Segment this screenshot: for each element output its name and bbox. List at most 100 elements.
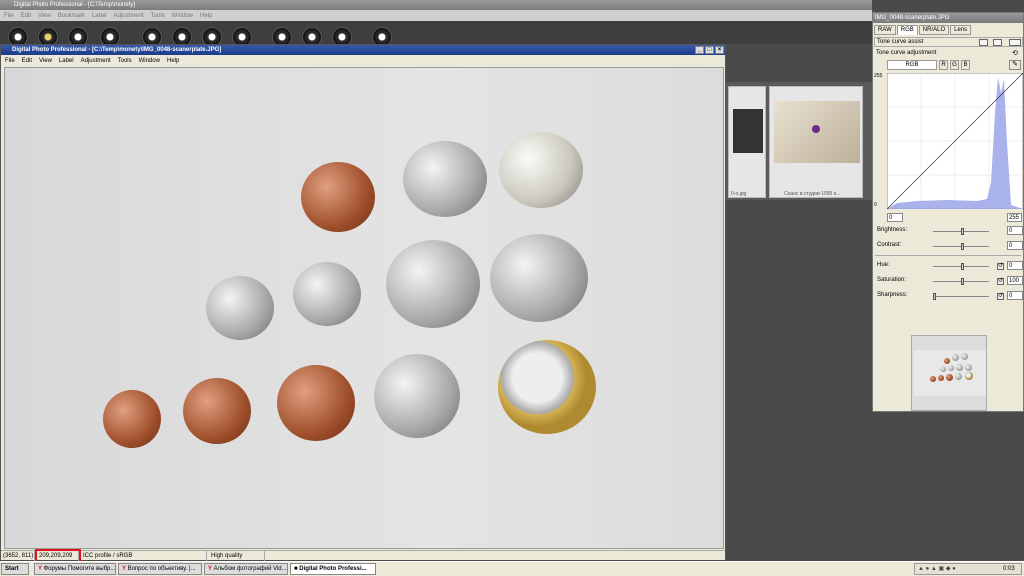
coin-copper-large-bottom <box>277 365 355 441</box>
thumbnail-card-2[interactable]: Сеанс в студии-1095 к... <box>769 86 863 198</box>
hue-slider[interactable] <box>933 263 989 270</box>
tone-curve-assist-row: Tone curve assist <box>874 37 1023 47</box>
assist-button-1[interactable] <box>979 39 988 46</box>
main-menu-file[interactable]: File <box>4 13 14 19</box>
main-menu-window[interactable]: Window <box>172 13 193 19</box>
start-button[interactable]: Start <box>1 563 29 575</box>
coin-bimetallic <box>498 340 596 434</box>
palette-divider <box>875 255 1021 256</box>
status-quality: High quality <box>209 551 265 561</box>
sharpness-slider[interactable] <box>933 293 989 300</box>
contrast-label: Contrast: <box>877 242 902 248</box>
image-menu-tools[interactable]: Tools <box>118 58 132 64</box>
channel-b[interactable]: B <box>961 60 970 70</box>
thumbnail-area: 0-o.jpg Сеанс в студии-1095 к... <box>726 68 872 548</box>
taskbar-item-2[interactable]: Y Вопрос по объективу. |... <box>118 563 202 575</box>
coin-copper-large-top <box>301 162 375 232</box>
main-menu-view[interactable]: View <box>38 13 51 19</box>
coin-quarter-right <box>490 234 588 322</box>
eyedropper-icon[interactable]: ✎ <box>1009 60 1021 70</box>
taskbar-item-4[interactable]: ■ Digital Photo Professi... <box>290 563 376 575</box>
main-menu-tools[interactable]: Tools <box>151 13 165 19</box>
brightness-slider[interactable] <box>933 228 989 235</box>
palette-title: IMG_0048-scanerplate.JPG <box>875 15 950 21</box>
image-window-title-bar: Digital Photo Professional - [C:\Temp\mo… <box>1 45 725 55</box>
tone-curve-assist-label: Tone curve assist <box>877 39 924 45</box>
curve-axis-min: 0 <box>874 202 877 208</box>
palette-tabs: RAW RGB NR/ALO Lens <box>873 25 1023 35</box>
hue-field[interactable]: 0 <box>1007 261 1023 270</box>
coin-copper-medium <box>183 378 251 444</box>
hue-reset-icon[interactable]: ↺ <box>997 263 1004 270</box>
tab-nr-alo[interactable]: NR/ALO <box>918 25 950 35</box>
image-menu-help[interactable]: Help <box>167 58 179 64</box>
thumbnail-caption-2: Сеанс в студии-1095 к... <box>784 191 841 197</box>
main-toolbar <box>0 21 872 47</box>
coin-silver-top-middle <box>403 141 487 217</box>
input-min-field[interactable]: 0 <box>887 213 903 222</box>
image-window-menu: File Edit View Label Adjustment Tools Wi… <box>1 55 725 66</box>
navigator-image <box>914 350 986 396</box>
main-menu-bar: File Edit View Bookmark Label Adjustment… <box>0 10 872 21</box>
saturation-reset-icon[interactable]: ↺ <box>997 278 1004 285</box>
thumbnail-caption-1: 0-o.jpg <box>731 191 747 197</box>
main-menu-help[interactable]: Help <box>200 13 212 19</box>
hue-label: Hue: <box>877 262 890 268</box>
image-menu-adjustment[interactable]: Adjustment <box>81 58 111 64</box>
brightness-field[interactable]: 0 <box>1007 226 1023 235</box>
status-bar: (3652, 811) 209,209,209 ICC profile / sR… <box>1 549 725 563</box>
sharpness-label: Sharpness: <box>877 292 908 298</box>
channel-g[interactable]: G <box>950 60 959 70</box>
saturation-field[interactable]: 100 <box>1007 276 1023 285</box>
taskbar-item-1[interactable]: Y Форумы Помогите выбр... <box>34 563 116 575</box>
tool-palette: IMG_0048-scanerplate.JPG RAW RGB NR/ALO … <box>872 12 1024 412</box>
tray-icons[interactable]: ▲ ● ▲ ▣ ◆ ● <box>918 565 956 572</box>
input-max-field[interactable]: 255 <box>1007 213 1022 222</box>
photo-canvas[interactable] <box>4 67 724 549</box>
saturation-label: Saturation: <box>877 277 907 283</box>
main-menu-adjustment[interactable]: Adjustment <box>114 13 144 19</box>
channel-rgb[interactable]: RGB <box>887 60 937 70</box>
coin-silver-small-left <box>206 276 274 340</box>
sharpness-reset-icon[interactable]: ↺ <box>997 293 1004 300</box>
image-menu-view[interactable]: View <box>39 58 52 64</box>
main-menu-bookmark[interactable]: Bookmark <box>58 13 85 19</box>
navigator-preview[interactable] <box>911 335 987 411</box>
image-menu-window[interactable]: Window <box>139 58 160 64</box>
tab-rgb[interactable]: RGB <box>896 25 918 35</box>
thumbnail-card-1[interactable]: 0-o.jpg <box>728 86 766 198</box>
tone-curve-adjustment-row: Tone curve adjustment ⟲ <box>874 49 1023 59</box>
channel-r[interactable]: R <box>939 60 948 70</box>
main-menu-edit[interactable]: Edit <box>21 13 31 19</box>
reset-curve-icon[interactable]: ⟲ <box>1012 49 1018 57</box>
maximize-button[interactable]: □ <box>705 46 714 54</box>
image-menu-file[interactable]: File <box>5 58 15 64</box>
minimize-button[interactable]: _ <box>695 46 704 54</box>
tab-lens[interactable]: Lens <box>950 25 972 35</box>
status-coords: (3652, 811) <box>3 551 35 561</box>
contrast-slider[interactable] <box>933 243 989 250</box>
saturation-slider[interactable] <box>933 278 989 285</box>
coin-copper-small-left <box>103 390 161 448</box>
status-icc-profile: ICC profile / sRGB <box>81 551 207 561</box>
tab-raw[interactable]: RAW <box>874 25 896 35</box>
taskbar-item-3[interactable]: Y Альбом фотографий Vid... <box>204 563 288 575</box>
image-window: Digital Photo Professional - [C:\Temp\mo… <box>0 44 726 563</box>
system-tray: ▲ ● ▲ ▣ ◆ ● 0:03 <box>914 563 1022 575</box>
coin-quarter-middle <box>386 240 480 328</box>
image-menu-label[interactable]: Label <box>59 58 74 64</box>
coin-silver-bottom <box>374 354 460 438</box>
brightness-label: Brightness: <box>877 227 908 233</box>
thumbnail-ring-accent <box>812 125 820 133</box>
contrast-field[interactable]: 0 <box>1007 241 1023 250</box>
close-button[interactable]: × <box>715 46 724 54</box>
sharpness-field[interactable]: 0 <box>1007 291 1023 300</box>
image-menu-edit[interactable]: Edit <box>22 58 32 64</box>
tone-curve-adjustment-label: Tone curve adjustment <box>876 50 937 56</box>
assist-button-2[interactable] <box>993 39 1002 46</box>
tone-curve-graph[interactable] <box>887 73 1023 209</box>
assist-button-3[interactable] <box>1009 39 1021 46</box>
clock: 0:03 <box>1003 566 1015 572</box>
curve-axis-max: 255 <box>874 73 883 79</box>
main-menu-label[interactable]: Label <box>92 13 107 19</box>
